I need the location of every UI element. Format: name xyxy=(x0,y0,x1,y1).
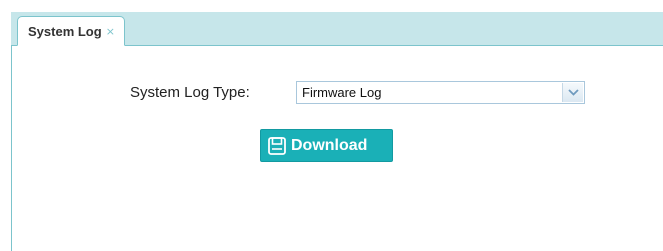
tab-label: System Log xyxy=(28,23,102,39)
download-button[interactable]: Download xyxy=(260,129,393,162)
chevron-down-icon[interactable] xyxy=(562,83,583,102)
tab-bar: System Log × xyxy=(11,12,663,46)
log-type-row: System Log Type: Firmware Log xyxy=(130,81,585,104)
download-button-label: Download xyxy=(291,136,368,154)
close-icon[interactable]: × xyxy=(106,26,115,37)
log-type-select[interactable]: Firmware Log xyxy=(296,81,585,104)
log-type-selected-value: Firmware Log xyxy=(302,85,382,100)
system-log-page: System Log × System Log Type: Firmware L… xyxy=(0,0,663,251)
tab-system-log[interactable]: System Log × xyxy=(17,16,125,46)
log-type-label: System Log Type: xyxy=(130,84,250,101)
save-icon xyxy=(267,136,287,156)
content-left-border xyxy=(11,12,12,251)
